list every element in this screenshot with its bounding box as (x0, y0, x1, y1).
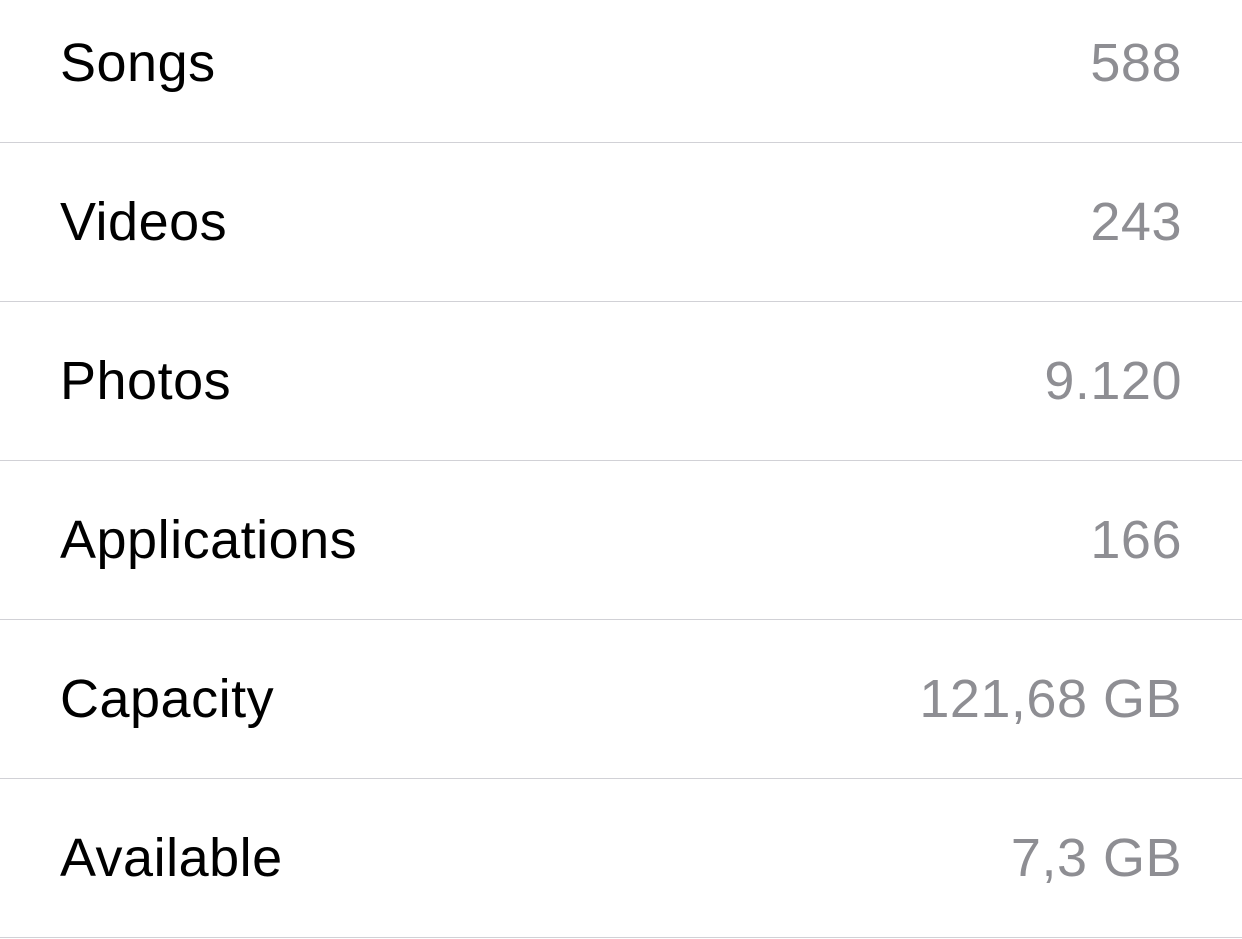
value-available: 7,3 GB (1011, 827, 1182, 889)
label-available: Available (60, 827, 283, 889)
label-photos: Photos (60, 350, 231, 412)
row-videos: Videos 243 (0, 143, 1242, 302)
row-photos: Photos 9.120 (0, 302, 1242, 461)
value-videos: 243 (1090, 191, 1182, 253)
value-applications: 166 (1090, 509, 1182, 571)
about-settings-list: Songs 588 Videos 243 Photos 9.120 Applic… (0, 0, 1242, 938)
row-capacity: Capacity 121,68 GB (0, 620, 1242, 779)
label-capacity: Capacity (60, 668, 274, 730)
value-songs: 588 (1090, 32, 1182, 94)
row-available: Available 7,3 GB (0, 779, 1242, 938)
row-songs: Songs 588 (0, 0, 1242, 143)
label-applications: Applications (60, 509, 357, 571)
value-photos: 9.120 (1044, 350, 1182, 412)
value-capacity: 121,68 GB (919, 668, 1182, 730)
row-applications: Applications 166 (0, 461, 1242, 620)
label-videos: Videos (60, 191, 227, 253)
label-songs: Songs (60, 32, 216, 94)
